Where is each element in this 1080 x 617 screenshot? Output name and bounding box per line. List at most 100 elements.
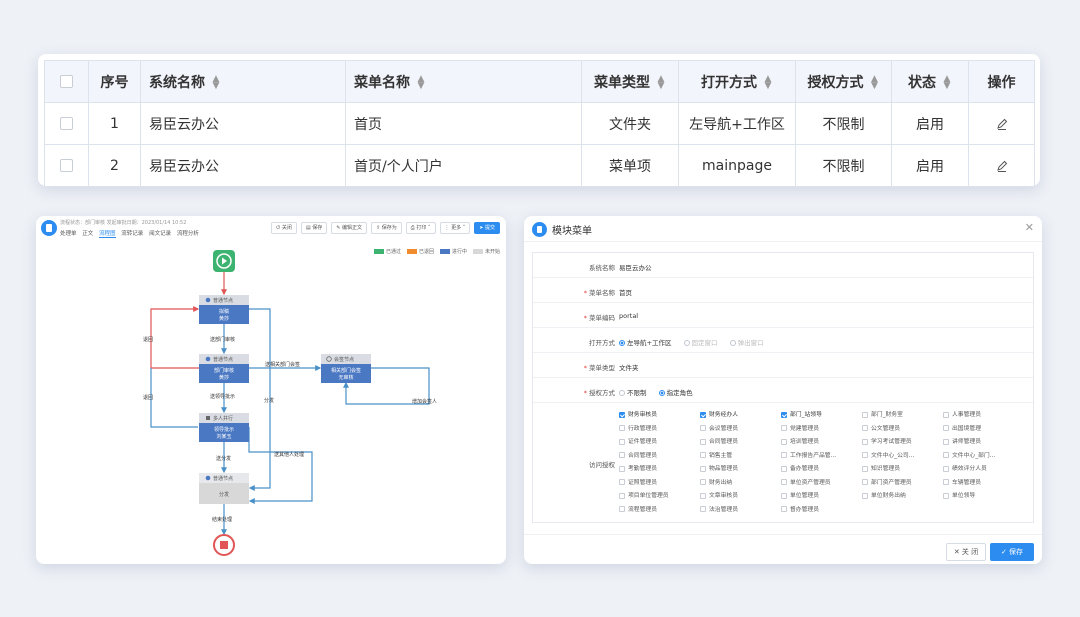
menu-code-input[interactable]: portal: [619, 312, 638, 320]
checkbox[interactable]: [781, 452, 787, 458]
checkbox-checked[interactable]: [781, 411, 787, 418]
close-button[interactable]: ✕ 关 闭: [946, 543, 986, 561]
row-select-cell[interactable]: [44, 144, 89, 187]
row-checkbox[interactable]: [60, 159, 73, 172]
role-checkbox-item[interactable]: 工作报告产品管...: [781, 450, 862, 464]
open-mode-option[interactable]: 左导航+工作区: [619, 339, 671, 347]
col-auth-header[interactable]: 授权方式 ▲ ▼: [795, 60, 892, 103]
role-checkbox-item[interactable]: 学习考试管理员: [862, 436, 943, 450]
checkbox-checked[interactable]: [700, 411, 706, 418]
col-open-header[interactable]: 打开方式 ▲ ▼: [678, 60, 796, 103]
role-checkbox-item[interactable]: 部门_站领导: [781, 409, 862, 423]
role-checkbox-item[interactable]: 销售主管: [700, 450, 781, 464]
checkbox[interactable]: [943, 465, 949, 472]
col-menu-header[interactable]: 菜单名称 ▲ ▼: [345, 60, 582, 103]
radio[interactable]: [729, 340, 736, 346]
role-checkbox-item[interactable]: 文章审核员: [700, 490, 781, 504]
row-select-cell[interactable]: [44, 102, 89, 145]
role-checkbox-item[interactable]: 财务审核员: [619, 409, 700, 423]
role-checkbox-item[interactable]: 车辆管理员: [943, 477, 1024, 491]
close-icon[interactable]: ✕: [1025, 221, 1034, 234]
role-checkbox-item[interactable]: 出国境管理: [943, 423, 1024, 437]
checkbox[interactable]: [700, 492, 706, 499]
checkbox[interactable]: [781, 492, 787, 499]
role-checkbox-item[interactable]: 讲师管理员: [943, 436, 1024, 450]
role-checkbox-item[interactable]: 流程管理员: [619, 504, 700, 518]
col-status-header[interactable]: 状态 ▲ ▼: [891, 60, 969, 103]
role-checkbox-item[interactable]: 法治管理员: [700, 504, 781, 518]
sort-icon[interactable]: ▲ ▼: [942, 74, 952, 90]
sort-icon[interactable]: ▲ ▼: [211, 74, 221, 90]
checkbox[interactable]: [619, 438, 625, 445]
edit-icon[interactable]: [995, 159, 1009, 173]
sort-icon[interactable]: ▲ ▼: [656, 74, 666, 90]
sort-icon[interactable]: ▲ ▼: [763, 74, 773, 90]
role-checkbox-item[interactable]: 物品管理员: [700, 463, 781, 477]
checkbox[interactable]: [862, 479, 868, 485]
checkbox[interactable]: [619, 465, 625, 472]
role-checkbox-item[interactable]: 督办管理员: [781, 504, 862, 518]
open-mode-option[interactable]: 固定窗口: [683, 339, 718, 347]
role-checkbox-item[interactable]: 考勤管理员: [619, 463, 700, 477]
checkbox[interactable]: [781, 479, 787, 485]
checkbox[interactable]: [700, 506, 706, 512]
checkbox[interactable]: [700, 452, 706, 458]
checkbox[interactable]: [700, 425, 706, 431]
flow-node-draft[interactable]: 普通节点 拟稿 黄莎: [199, 295, 249, 324]
select-all-cell[interactable]: [44, 60, 89, 103]
flow-node-dept-review[interactable]: 普通节点 部门审核 黄莎: [199, 354, 249, 383]
end-node[interactable]: [213, 534, 235, 556]
checkbox[interactable]: [700, 479, 706, 485]
checkbox[interactable]: [943, 425, 949, 431]
role-checkbox-item[interactable]: 财务经办人: [700, 409, 781, 423]
checkbox[interactable]: [862, 492, 868, 499]
radio[interactable]: [683, 340, 690, 346]
role-checkbox-item[interactable]: 单位财务出纳: [862, 490, 943, 504]
checkbox[interactable]: [781, 425, 787, 431]
role-checkbox-item[interactable]: 单位管理员: [781, 490, 862, 504]
flow-node-countersign[interactable]: 会签节点 相关部门会签 无审核: [321, 354, 371, 383]
checkbox[interactable]: [943, 452, 949, 458]
checkbox[interactable]: [862, 425, 868, 431]
role-checkbox-item[interactable]: 会议管理员: [700, 423, 781, 437]
checkbox[interactable]: [862, 438, 868, 445]
checkbox[interactable]: [862, 452, 868, 458]
auth-mode-option[interactable]: 指定角色: [658, 389, 693, 397]
role-checkbox-item[interactable]: 绩效评分人员: [943, 463, 1024, 477]
sort-icon[interactable]: ▲ ▼: [870, 74, 880, 90]
checkbox[interactable]: [943, 479, 949, 485]
col-type-header[interactable]: 菜单类型 ▲ ▼: [581, 60, 679, 103]
radio-selected[interactable]: [619, 340, 625, 346]
role-checkbox-item[interactable]: 行政管理员: [619, 423, 700, 437]
checkbox[interactable]: [619, 492, 625, 499]
checkbox[interactable]: [619, 479, 625, 485]
role-checkbox-item[interactable]: 财务出纳: [700, 477, 781, 491]
radio[interactable]: [619, 390, 625, 396]
checkbox-checked[interactable]: [619, 411, 625, 418]
role-checkbox-item[interactable]: 人事管理员: [943, 409, 1024, 423]
role-checkbox-item[interactable]: 证件管理员: [619, 436, 700, 450]
checkbox[interactable]: [943, 438, 949, 445]
sort-icon[interactable]: ▲ ▼: [416, 74, 426, 90]
open-mode-option[interactable]: 弹出窗口: [729, 339, 764, 347]
role-checkbox-item[interactable]: 文件中心_公司...: [862, 450, 943, 464]
role-checkbox-item[interactable]: 党建管理员: [781, 423, 862, 437]
checkbox[interactable]: [619, 506, 625, 512]
flow-node-leader-approval[interactable]: 多人并行 领导批示 刘某玉: [199, 413, 249, 442]
role-checkbox-item[interactable]: 培训管理员: [781, 436, 862, 450]
checkbox[interactable]: [700, 438, 706, 445]
auth-mode-option[interactable]: 不限制: [619, 389, 647, 397]
start-node[interactable]: [213, 250, 235, 272]
checkbox[interactable]: [619, 452, 625, 458]
role-checkbox-item[interactable]: 部门资产管理员: [862, 477, 943, 491]
checkbox[interactable]: [943, 411, 949, 418]
role-checkbox-item[interactable]: 知识管理员: [862, 463, 943, 477]
menu-name-input[interactable]: 首页: [619, 287, 632, 297]
checkbox[interactable]: [862, 465, 868, 472]
radio-selected[interactable]: [658, 390, 665, 396]
save-button[interactable]: ✓ 保存: [990, 543, 1034, 561]
checkbox[interactable]: [700, 465, 706, 472]
role-checkbox-item[interactable]: 项目单位管理员: [619, 490, 700, 504]
role-checkbox-item[interactable]: 备办管理员: [781, 463, 862, 477]
role-checkbox-item[interactable]: 合同管理员: [700, 436, 781, 450]
